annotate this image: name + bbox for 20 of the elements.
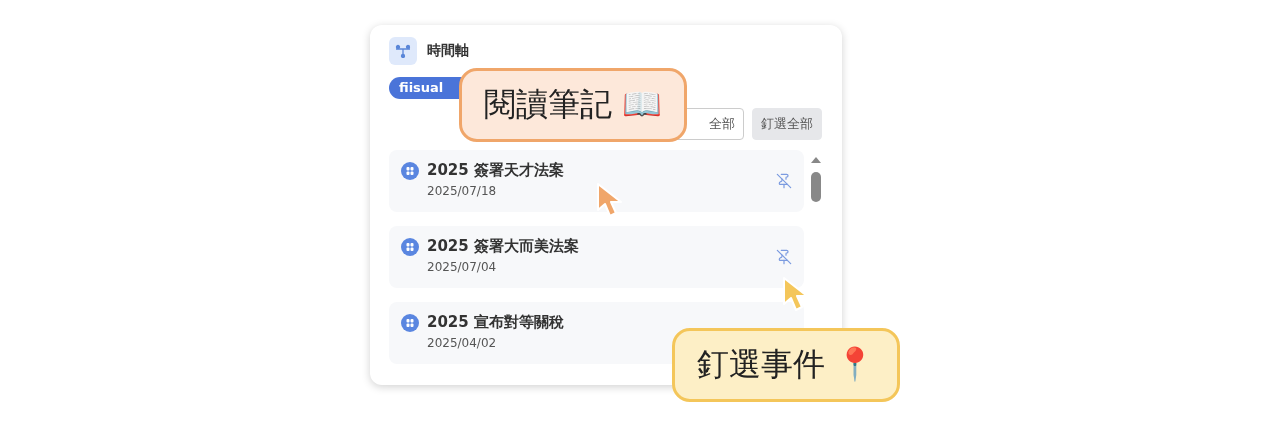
action-button[interactable]: 釘選全部	[752, 108, 822, 140]
scrollbar-thumb[interactable]	[811, 172, 821, 202]
event-item[interactable]: 2025 簽署大而美法案 2025/07/04	[389, 226, 804, 288]
event-date: 2025/07/18	[427, 183, 498, 198]
event-icon	[401, 238, 419, 256]
event-icon	[401, 314, 419, 332]
event-item[interactable]: 2025 簽署天才法案 2025/07/18	[389, 150, 804, 212]
event-title: 2025 宣布對等關稅	[427, 312, 565, 332]
event-date: 2025/07/04	[427, 259, 498, 274]
panel-title: 時間軸	[427, 42, 469, 60]
annotation-tooltip: 釘選事件 📍	[672, 328, 901, 402]
unpin-icon[interactable]	[776, 173, 792, 189]
annotation-tooltip: 閱讀筆記 📖	[459, 68, 688, 142]
unpin-icon[interactable]	[776, 249, 792, 265]
event-icon	[401, 162, 419, 180]
timeline-icon	[389, 37, 417, 65]
event-title: 2025 簽署大而美法案	[427, 236, 580, 256]
scroll-up-icon[interactable]	[810, 156, 822, 164]
event-title: 2025 簽署天才法案	[427, 160, 565, 180]
event-date: 2025/04/02	[427, 335, 498, 350]
